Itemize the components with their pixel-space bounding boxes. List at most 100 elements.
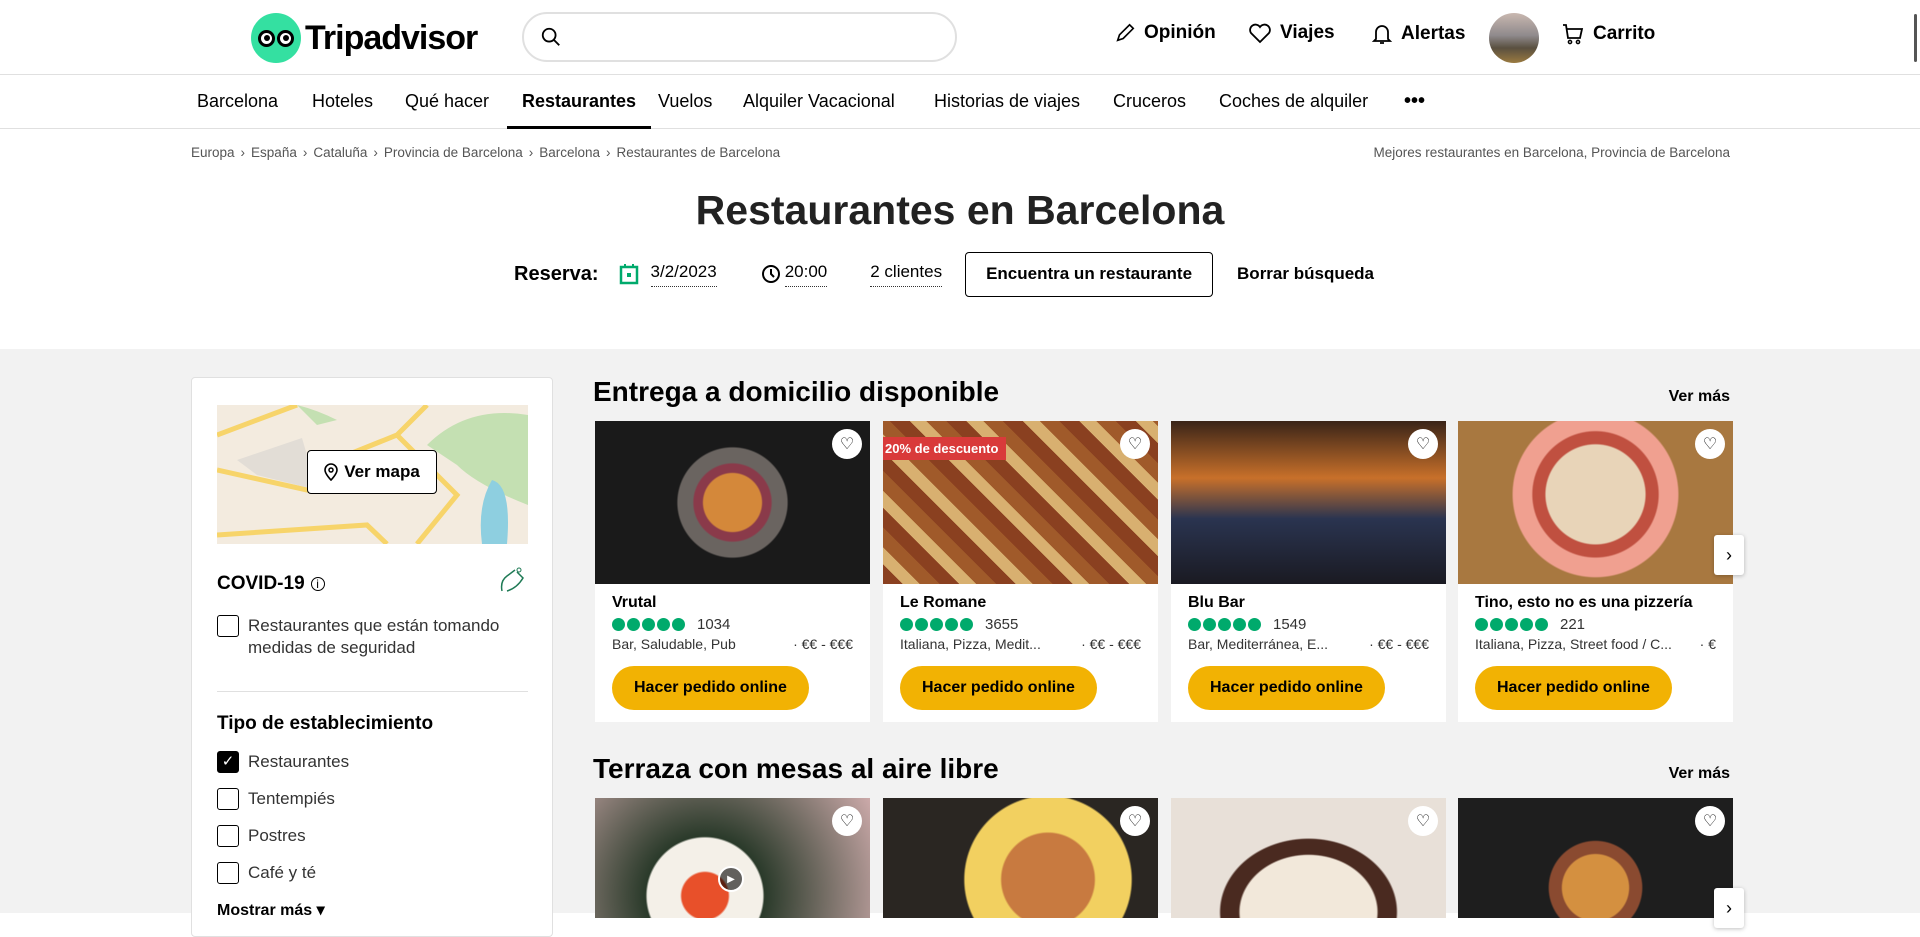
covid-safety-checkbox[interactable]: Restaurantes que están tomando medidas d… — [217, 615, 527, 659]
nav-hoteles[interactable]: Hoteles — [312, 75, 373, 129]
heart-icon[interactable]: ♡ — [1695, 806, 1725, 836]
carousel-next-button[interactable]: › — [1714, 888, 1744, 928]
rating-bubble-icon — [1490, 618, 1503, 631]
rating-bubble-icon — [915, 618, 928, 631]
heart-icon[interactable]: ♡ — [832, 806, 862, 836]
more-menu-icon[interactable]: ••• — [1404, 75, 1425, 129]
cart-label: Carrito — [1593, 23, 1656, 44]
order-online-button[interactable]: Hacer pedido online — [900, 666, 1097, 710]
nav-coches[interactable]: Coches de alquiler — [1219, 75, 1368, 129]
checkbox[interactable] — [217, 788, 239, 810]
rating-bubble-icon — [612, 618, 625, 631]
restaurant-card[interactable]: 20% de descuento ♡ Le Romane 3655 Italia… — [883, 421, 1158, 722]
restaurant-name[interactable]: Le Romane — [900, 594, 1141, 612]
alerts-label: Alertas — [1401, 23, 1466, 44]
breadcrumb-item[interactable]: Barcelona — [539, 145, 600, 160]
scrollbar[interactable] — [1914, 14, 1917, 62]
show-more-button[interactable]: Mostrar más ▾ — [217, 900, 325, 920]
nav-cruceros[interactable]: Cruceros — [1113, 75, 1186, 129]
order-online-button[interactable]: Hacer pedido online — [612, 666, 809, 710]
order-online-button[interactable]: Hacer pedido online — [1475, 666, 1672, 710]
type-option[interactable]: Café y té — [217, 862, 316, 884]
review-link[interactable]: Opinión — [1114, 22, 1216, 44]
trips-link[interactable]: Viajes — [1248, 22, 1335, 44]
nav-restaurantes[interactable]: Restaurantes — [507, 75, 652, 129]
map-preview[interactable]: Ver mapa — [217, 405, 528, 544]
chevron-right-icon: › — [240, 145, 246, 160]
nav-barcelona[interactable]: Barcelona — [197, 75, 278, 129]
review-count: 221 — [1560, 616, 1586, 633]
heart-icon[interactable]: ♡ — [1120, 806, 1150, 836]
rating-bubble-icon — [1203, 618, 1216, 631]
heart-icon — [1249, 23, 1271, 44]
covid-header: COVID-19 i — [217, 573, 325, 595]
rating: 3655 — [900, 616, 1141, 633]
restaurant-card[interactable]: ♡ Blu Bar 1549 Bar, Mediterránea, E... · … — [1171, 421, 1446, 722]
nav-alquiler-vacacional[interactable]: Alquiler Vacacional — [743, 75, 895, 129]
date-picker[interactable]: 3/2/2023 — [650, 262, 717, 287]
nav-que-hacer[interactable]: Qué hacer — [405, 75, 489, 129]
page-title: Restaurantes en Barcelona — [695, 187, 1225, 233]
reservation-bar: Reserva: 3/2/2023 20:00 2 clientes Encue… — [514, 251, 1374, 297]
main-nav: Barcelona Hoteles Qué hacer Restaurantes… — [0, 75, 1920, 129]
heart-icon[interactable]: ♡ — [832, 429, 862, 459]
reserve-label: Reserva: — [514, 262, 599, 285]
nav-historias[interactable]: Historias de viajes — [934, 75, 1080, 129]
see-more-terrace[interactable]: Ver más — [1669, 765, 1730, 783]
carousel-next-button[interactable]: › — [1714, 535, 1744, 575]
restaurant-photo: ♡ — [1458, 798, 1733, 918]
heart-icon[interactable]: ♡ — [1120, 429, 1150, 459]
restaurant-name[interactable]: Blu Bar — [1188, 594, 1429, 612]
checkmark-icon[interactable]: ✓ — [217, 751, 239, 773]
heart-icon[interactable]: ♡ — [1695, 429, 1725, 459]
restaurant-name[interactable]: Tino, esto no es una pizzería — [1475, 594, 1716, 612]
restaurant-name[interactable]: Vrutal — [612, 594, 853, 612]
order-online-button[interactable]: Hacer pedido online — [1188, 666, 1385, 710]
heart-icon[interactable]: ♡ — [1408, 429, 1438, 459]
avatar[interactable] — [1489, 13, 1539, 63]
cart-link[interactable]: Carrito — [1561, 22, 1655, 46]
breadcrumb-item[interactable]: España — [251, 145, 297, 160]
trips-label: Viajes — [1280, 22, 1335, 43]
chevron-right-icon: › — [1726, 544, 1732, 565]
guests-picker[interactable]: 2 clientes — [870, 262, 943, 287]
find-restaurant-button[interactable]: Encuentra un restaurante — [965, 251, 1214, 297]
restaurant-card[interactable]: ♡ Tino, esto no es una pizzería 221 Ital… — [1458, 421, 1733, 722]
review-count: 1034 — [697, 616, 731, 633]
type-option[interactable]: Postres — [217, 825, 306, 847]
see-more-delivery[interactable]: Ver más — [1669, 388, 1730, 406]
restaurant-card[interactable]: ♡ — [1171, 798, 1446, 918]
review-count: 3655 — [985, 616, 1019, 633]
search-icon — [541, 27, 560, 46]
view-map-button[interactable]: Ver mapa — [307, 450, 437, 494]
restaurant-card[interactable]: ♡ — [1458, 798, 1733, 918]
tripadvisor-logo[interactable]: Tripadvisor — [251, 13, 478, 63]
logo-text: Tripadvisor — [305, 18, 478, 57]
restaurant-card[interactable]: ♡ Vrutal 1034 Bar, Saludable, Pub · €€ - … — [595, 421, 870, 722]
rating: 1034 — [612, 616, 853, 633]
restaurant-card[interactable]: ♡ ▶ — [595, 798, 870, 918]
chevron-right-icon: › — [528, 145, 534, 160]
info-icon[interactable]: i — [310, 577, 325, 591]
type-option[interactable]: ✓ Restaurantes — [217, 751, 349, 773]
top-header: Tripadvisor Opinión Viajes Alertas Carri… — [0, 0, 1920, 75]
rating-bubble-icon — [1505, 618, 1518, 631]
alerts-link[interactable]: Alertas — [1371, 22, 1465, 46]
restaurant-photo: ♡ — [883, 798, 1158, 918]
breadcrumb-item[interactable]: Cataluña — [313, 145, 367, 160]
search-input[interactable] — [522, 12, 957, 62]
restaurant-card[interactable]: ♡ — [883, 798, 1158, 918]
play-icon[interactable]: ▶ — [718, 866, 744, 892]
checkbox[interactable] — [217, 862, 239, 884]
nav-vuelos[interactable]: Vuelos — [658, 75, 712, 129]
heart-icon[interactable]: ♡ — [1408, 806, 1438, 836]
breadcrumb-item[interactable]: Europa — [191, 145, 235, 160]
checkbox[interactable] — [217, 825, 239, 847]
clear-search-button[interactable]: Borrar búsqueda — [1237, 264, 1374, 284]
time-picker[interactable]: 20:00 — [784, 262, 828, 287]
breadcrumb-item: Restaurantes de Barcelona — [616, 145, 781, 160]
chevron-right-icon: › — [302, 145, 308, 160]
type-option[interactable]: Tentempiés — [217, 788, 335, 810]
checkbox[interactable] — [217, 615, 239, 637]
breadcrumb-item[interactable]: Provincia de Barcelona — [384, 145, 523, 160]
